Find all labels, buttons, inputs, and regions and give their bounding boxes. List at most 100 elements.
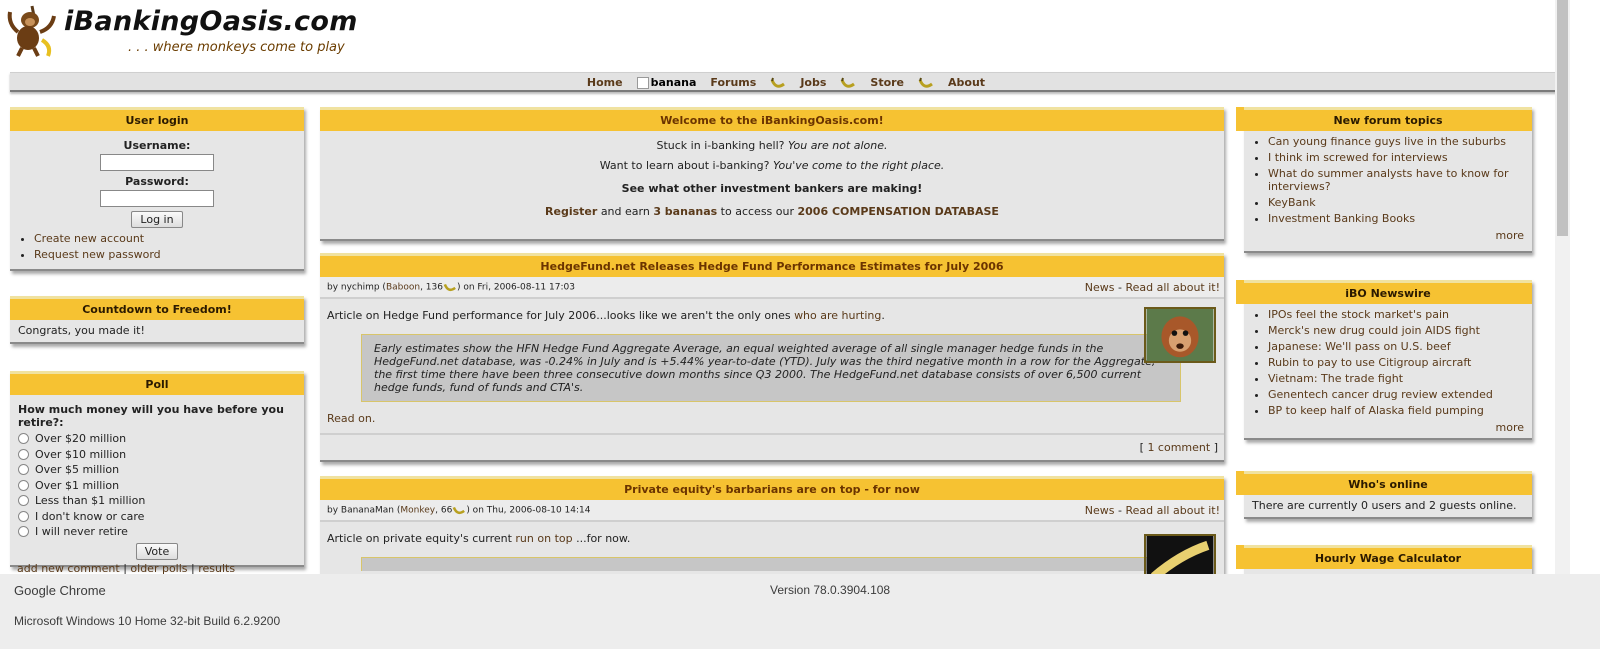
more-link[interactable]: more <box>1496 421 1525 434</box>
forum-topic-link[interactable]: What do summer analysts have to know for… <box>1268 167 1509 193</box>
banana-icon <box>443 283 456 292</box>
welcome-block: Welcome to the iBankingOasis.com! Stuck … <box>320 107 1224 241</box>
forum-topic-link[interactable]: KeyBank <box>1268 196 1316 209</box>
author-rank-link[interactable]: Baboon <box>386 283 420 293</box>
radio-button[interactable] <box>18 448 29 460</box>
read-all-link[interactable]: Read all about it! <box>1126 504 1221 517</box>
vote-button[interactable]: Vote <box>135 542 179 560</box>
block-title: Countdown to Freedom! <box>10 296 304 320</box>
read-on-link[interactable]: Read on. <box>327 412 375 425</box>
story-intro-link[interactable]: who are hurting <box>794 309 881 322</box>
block-title: Who's online <box>1244 471 1532 495</box>
compensation-database-link[interactable]: 2006 COMPENSATION DATABASE <box>798 205 999 218</box>
add-comment-link[interactable]: add new comment <box>17 562 120 575</box>
access-text: to access our <box>720 205 794 218</box>
username-label: Username: <box>123 139 191 152</box>
nav-forums[interactable]: Forums <box>710 76 756 89</box>
news-story: HedgeFund.net Releases Hedge Fund Perfor… <box>320 253 1224 462</box>
poll-option[interactable]: Less than $1 million <box>18 493 296 509</box>
nav-about[interactable]: About <box>948 76 985 89</box>
nav-jobs[interactable]: Jobs <box>800 76 826 89</box>
forum-topics-block: New forum topics Can young finance guys … <box>1236 107 1532 253</box>
broken-image-icon <box>636 76 649 89</box>
register-link[interactable]: Register <box>545 205 597 218</box>
radio-button[interactable] <box>18 479 29 491</box>
password-field[interactable] <box>100 190 214 207</box>
read-all-link[interactable]: Read all about it! <box>1126 281 1221 294</box>
countdown-block: Countdown to Freedom! Congrats, you made… <box>10 296 304 344</box>
more-link[interactable]: more <box>1496 229 1525 242</box>
option-label: Over $20 million <box>35 432 127 446</box>
radio-button[interactable] <box>18 464 29 476</box>
radio-button[interactable] <box>18 495 29 507</box>
author-rank-link[interactable]: Monkey <box>400 506 435 516</box>
story-intro-link[interactable]: run on top <box>515 532 572 545</box>
comments-link[interactable]: 1 comment <box>1147 441 1210 454</box>
nav-home[interactable]: Home <box>587 76 623 89</box>
banana-icon <box>840 77 856 88</box>
forum-topic-link[interactable]: Investment Banking Books <box>1268 212 1415 225</box>
browser-name: Google Chrome <box>14 583 106 598</box>
story-title[interactable]: Private equity's barbarians are on top -… <box>320 476 1224 500</box>
news-link[interactable]: Vietnam: The trade fight <box>1268 372 1403 385</box>
story-intro: Article on Hedge Fund performance for Ju… <box>327 309 795 322</box>
newswire-block: iBO Newswire IPOs feel the stock market'… <box>1236 280 1532 440</box>
poll-block: Poll How much money will you have before… <box>10 371 304 575</box>
os-info: Microsoft Windows 10 Home 32-bit Build 6… <box>14 614 281 628</box>
option-label: I will never retire <box>35 525 128 539</box>
bananas-link[interactable]: 3 bananas <box>653 205 717 218</box>
block-title: Poll <box>10 371 304 395</box>
nav-banana-image: banana <box>636 76 696 89</box>
browser-info-footer: Google Chrome Microsoft Windows 10 Home … <box>0 574 1600 649</box>
poll-option[interactable]: I will never retire <box>18 524 296 540</box>
user-login-block: User login Username: Password: Log in Cr… <box>10 107 304 271</box>
banana-icon <box>770 77 786 88</box>
primary-nav: Home banana Forums Jobs Store About <box>10 72 1562 92</box>
welcome-line1-em: You are not alone. <box>787 139 888 152</box>
poll-option[interactable]: Over $10 million <box>18 447 296 463</box>
nav-store[interactable]: Store <box>870 76 904 89</box>
poll-option[interactable]: I don't know or care <box>18 509 296 525</box>
category-link[interactable]: News <box>1085 281 1115 294</box>
category-link[interactable]: News <box>1085 504 1115 517</box>
story-intro: Article on private equity's current <box>327 532 516 545</box>
news-link[interactable]: Rubin to pay to use Citigroup aircraft <box>1268 356 1471 369</box>
option-label: I don't know or care <box>35 509 145 523</box>
scrollbar-thumb[interactable] <box>1557 0 1568 236</box>
story-quote <box>361 557 1181 571</box>
news-link[interactable]: Japanese: We'll pass on U.S. beef <box>1268 340 1451 353</box>
news-link[interactable]: Merck's new drug could join AIDS fight <box>1268 324 1480 337</box>
news-link[interactable]: BP to keep half of Alaska field pumping <box>1268 404 1484 417</box>
forum-topic-link[interactable]: I think im screwed for interviews <box>1268 151 1448 164</box>
story-date: ) on Fri, 2006-08-11 17:03 <box>456 282 575 293</box>
results-link[interactable]: results <box>198 562 235 575</box>
radio-button[interactable] <box>18 433 29 445</box>
poll-option[interactable]: Over $1 million <box>18 478 296 494</box>
story-intro-end: ...for now. <box>572 532 631 545</box>
story-date: ) on Thu, 2006-08-10 14:14 <box>466 505 591 516</box>
option-label: Less than $1 million <box>35 494 146 508</box>
banana-icon <box>452 506 466 515</box>
older-polls-link[interactable]: older polls <box>130 562 187 575</box>
news-link[interactable]: IPOs feel the stock market's pain <box>1268 308 1449 321</box>
block-title: Welcome to the iBankingOasis.com! <box>320 107 1224 131</box>
earn-text: and earn <box>600 205 650 218</box>
forum-topic-link[interactable]: Can young finance guys live in the subur… <box>1268 135 1506 148</box>
poll-question: How much money will you have before you … <box>18 403 284 429</box>
welcome-line3: See what other investment bankers are ma… <box>621 182 923 195</box>
create-account-link[interactable]: Create new account <box>34 232 144 245</box>
block-title: New forum topics <box>1244 107 1532 131</box>
site-name[interactable]: iBankingOasis.com <box>64 6 358 37</box>
banana-icon <box>918 77 933 88</box>
poll-option[interactable]: Over $20 million <box>18 431 296 447</box>
login-button[interactable]: Log in <box>131 211 183 228</box>
radio-button[interactable] <box>18 510 29 522</box>
news-link[interactable]: Genentech cancer drug review extended <box>1268 388 1493 401</box>
story-title[interactable]: HedgeFund.net Releases Hedge Fund Perfor… <box>320 253 1224 277</box>
monkey-logo-icon[interactable] <box>4 2 60 58</box>
block-title: User login <box>10 107 304 131</box>
username-field[interactable] <box>100 154 214 171</box>
poll-option[interactable]: Over $5 million <box>18 462 296 478</box>
request-password-link[interactable]: Request new password <box>34 248 161 261</box>
radio-button[interactable] <box>18 526 29 538</box>
